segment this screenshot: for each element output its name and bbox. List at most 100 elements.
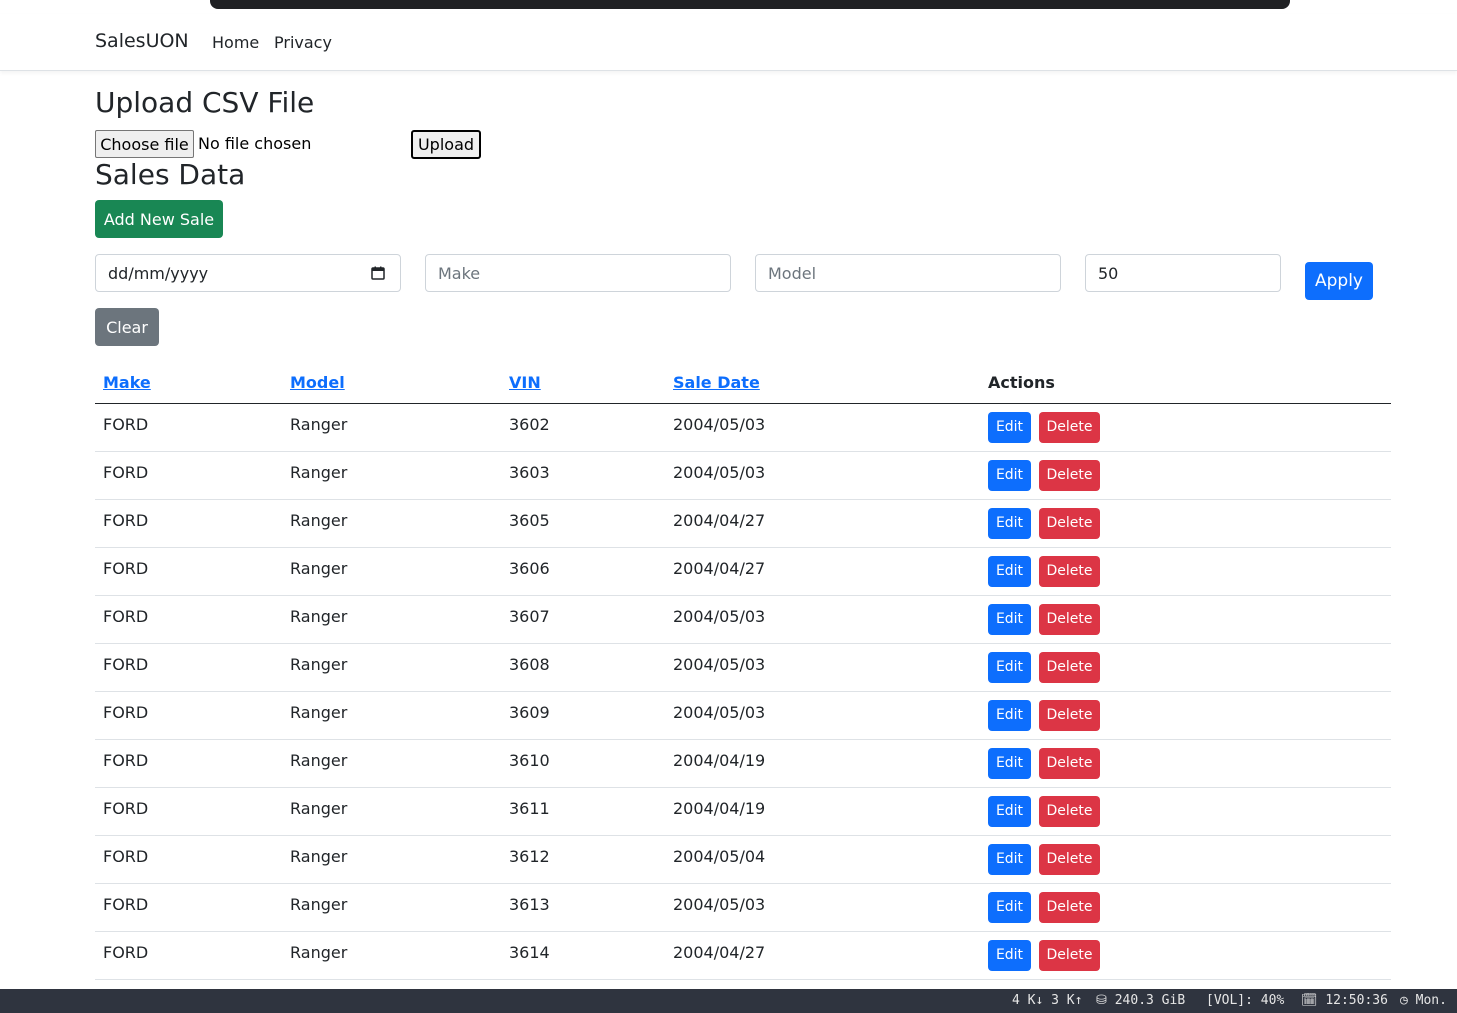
calendar-icon[interactable] xyxy=(371,266,385,280)
upload-button[interactable]: Upload xyxy=(411,130,481,159)
edit-button[interactable]: Edit xyxy=(988,411,1031,443)
add-new-sale-button[interactable]: Add New Sale xyxy=(95,200,223,238)
delete-button[interactable]: Delete xyxy=(1039,651,1100,683)
table-row: FORD Ranger 3609 2004/05/03 Edit Delete xyxy=(95,691,1391,740)
edit-button[interactable]: Edit xyxy=(988,603,1031,635)
choose-file-button[interactable]: Choose file xyxy=(95,130,194,158)
cell-actions: Edit Delete xyxy=(980,595,1391,644)
delete-button[interactable]: Delete xyxy=(1039,843,1100,875)
cell-model: Ranger xyxy=(282,835,501,884)
edit-button[interactable]: Edit xyxy=(988,747,1031,779)
nav-home-link[interactable]: Home xyxy=(212,33,259,52)
header-vin: VIN xyxy=(501,362,665,404)
cell-model: Ranger xyxy=(282,883,501,932)
cell-make: FORD xyxy=(95,691,282,740)
disk-usage: ⛁ 240.3 GiB xyxy=(1096,993,1186,1008)
delete-button[interactable]: Delete xyxy=(1039,603,1100,635)
cell-vin: 3614 xyxy=(501,931,665,980)
table-row: FORD Ranger 3608 2004/05/03 Edit Delete xyxy=(95,643,1391,692)
date-placeholder: dd/mm/yyyy xyxy=(108,264,209,283)
model-filter-input[interactable] xyxy=(755,254,1061,292)
cell-vin: 3603 xyxy=(501,451,665,500)
edit-button[interactable]: Edit xyxy=(988,651,1031,683)
sales-data-title: Sales Data xyxy=(95,158,246,191)
cell-actions: Edit Delete xyxy=(980,691,1391,740)
cell-actions: Edit Delete xyxy=(980,403,1391,452)
cell-sale-date: 2004/05/03 xyxy=(665,691,980,740)
header-sale-date: Sale Date xyxy=(665,362,980,404)
cell-model: Ranger xyxy=(282,787,501,836)
edit-button[interactable]: Edit xyxy=(988,555,1031,587)
table-header-row: Make Model VIN Sale Date Actions xyxy=(95,362,1391,404)
delete-button[interactable]: Delete xyxy=(1039,411,1100,443)
page-size-input[interactable] xyxy=(1085,254,1281,292)
table-row: FORD Ranger 3614 2004/04/27 Edit Delete xyxy=(95,931,1391,980)
cell-sale-date: 2004/05/04 xyxy=(665,835,980,884)
cell-actions: Edit Delete xyxy=(980,835,1391,884)
cell-actions: Edit Delete xyxy=(980,739,1391,788)
edit-button[interactable]: Edit xyxy=(988,843,1031,875)
nav-privacy-link[interactable]: Privacy xyxy=(274,33,332,52)
cell-vin: 3610 xyxy=(501,739,665,788)
table-row: FORD Ranger 3602 2004/05/03 Edit Delete xyxy=(95,403,1391,452)
table-row: FORD Ranger 3611 2004/04/19 Edit Delete xyxy=(95,787,1391,836)
delete-button[interactable]: Delete xyxy=(1039,555,1100,587)
sale-date-filter-input[interactable]: dd/mm/yyyy xyxy=(95,254,401,292)
cell-actions: Edit Delete xyxy=(980,643,1391,692)
browser-top-strip xyxy=(0,0,1457,14)
edit-button[interactable]: Edit xyxy=(988,507,1031,539)
delete-button[interactable]: Delete xyxy=(1039,699,1100,731)
apply-filter-button[interactable]: Apply xyxy=(1305,262,1373,300)
cell-make: FORD xyxy=(95,547,282,596)
delete-button[interactable]: Delete xyxy=(1039,459,1100,491)
cell-model: Ranger xyxy=(282,451,501,500)
sort-sale-date-link[interactable]: Sale Date xyxy=(673,373,760,392)
table-row: FORD Ranger 3610 2004/04/19 Edit Delete xyxy=(95,739,1391,788)
cell-vin: 3609 xyxy=(501,691,665,740)
edit-button[interactable]: Edit xyxy=(988,891,1031,923)
navbar: SalesUON Home Privacy xyxy=(0,14,1457,71)
cell-vin: 3613 xyxy=(501,883,665,932)
edit-button[interactable]: Edit xyxy=(988,699,1031,731)
delete-button[interactable]: Delete xyxy=(1039,507,1100,539)
sort-vin-link[interactable]: VIN xyxy=(509,373,541,392)
delete-button[interactable]: Delete xyxy=(1039,747,1100,779)
cell-actions: Edit Delete xyxy=(980,787,1391,836)
cell-model: Ranger xyxy=(282,499,501,548)
table-row: FORD Ranger 3613 2004/05/03 Edit Delete xyxy=(95,883,1391,932)
cell-sale-date: 2004/04/27 xyxy=(665,499,980,548)
sort-model-link[interactable]: Model xyxy=(290,373,345,392)
cell-model: Ranger xyxy=(282,403,501,452)
cell-vin: 3608 xyxy=(501,643,665,692)
delete-button[interactable]: Delete xyxy=(1039,891,1100,923)
cell-vin: 3612 xyxy=(501,835,665,884)
cell-actions: Edit Delete xyxy=(980,547,1391,596)
table-row: FORD Ranger 3605 2004/04/27 Edit Delete xyxy=(95,499,1391,548)
cell-sale-date: 2004/05/03 xyxy=(665,883,980,932)
upload-title: Upload CSV File xyxy=(95,86,315,119)
cell-vin: 3606 xyxy=(501,547,665,596)
cell-vin: 3611 xyxy=(501,787,665,836)
table-body: FORD Ranger 3602 2004/05/03 Edit Delete FORD Ra… xyxy=(95,403,1391,980)
clock-time: 🗓 12:50:36 xyxy=(1301,993,1388,1008)
table-row: FORD Ranger 3607 2004/05/03 Edit Delete xyxy=(95,595,1391,644)
cell-sale-date: 2004/05/03 xyxy=(665,451,980,500)
cell-actions: Edit Delete xyxy=(980,883,1391,932)
cell-make: FORD xyxy=(95,643,282,692)
clear-filter-button[interactable]: Clear xyxy=(95,308,159,346)
cell-model: Ranger xyxy=(282,643,501,692)
edit-button[interactable]: Edit xyxy=(988,459,1031,491)
cell-sale-date: 2004/04/27 xyxy=(665,931,980,980)
sort-make-link[interactable]: Make xyxy=(103,373,151,392)
delete-button[interactable]: Delete xyxy=(1039,939,1100,971)
edit-button[interactable]: Edit xyxy=(988,939,1031,971)
cell-actions: Edit Delete xyxy=(980,451,1391,500)
delete-button[interactable]: Delete xyxy=(1039,795,1100,827)
make-filter-input[interactable] xyxy=(425,254,731,292)
brand-link[interactable]: SalesUON xyxy=(95,30,189,52)
cell-make: FORD xyxy=(95,883,282,932)
cell-actions: Edit Delete xyxy=(980,499,1391,548)
cell-sale-date: 2004/04/27 xyxy=(665,547,980,596)
browser-chrome-edge xyxy=(210,0,1290,9)
edit-button[interactable]: Edit xyxy=(988,795,1031,827)
